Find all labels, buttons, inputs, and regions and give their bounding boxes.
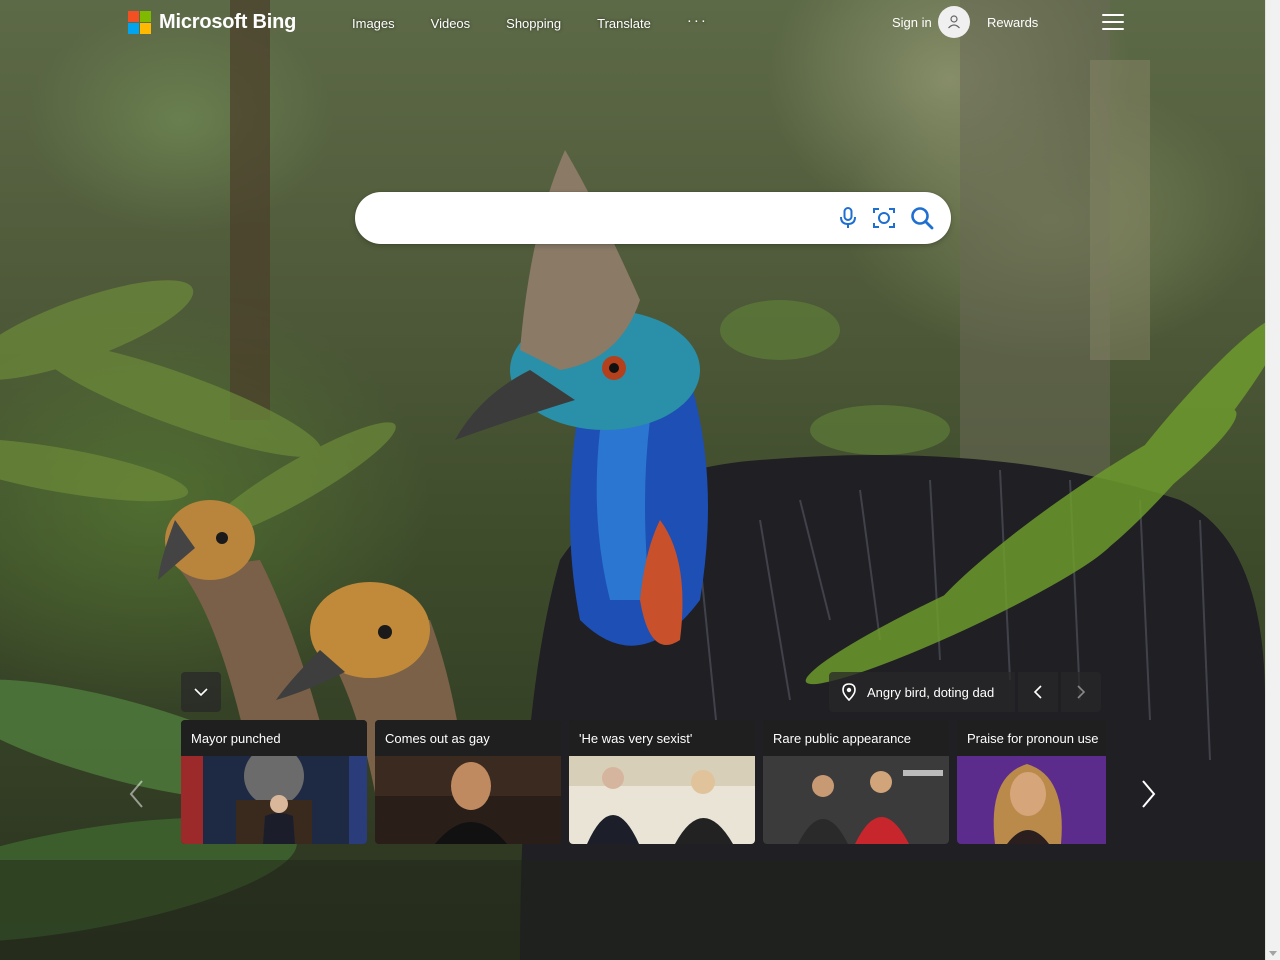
chevron-left-icon — [129, 780, 143, 808]
news-card[interactable]: Comes out as gay — [375, 720, 561, 844]
location-pin-icon — [842, 683, 856, 701]
top-nav: Images Videos Shopping Translate ··· — [352, 12, 744, 31]
menu-icon[interactable] — [1102, 14, 1124, 32]
nav-images[interactable]: Images — [352, 16, 395, 31]
sign-in-button[interactable]: Sign in — [892, 6, 970, 38]
top-header: Microsoft Bing Images Videos Shopping Tr… — [0, 0, 1265, 46]
next-image-button[interactable] — [1061, 672, 1101, 712]
news-card[interactable]: Mayor punched — [181, 720, 367, 844]
previous-image-button[interactable] — [1018, 672, 1058, 712]
news-card[interactable]: Rare public appearance — [763, 720, 949, 844]
chevron-down-icon — [194, 688, 208, 697]
news-card-title: Rare public appearance — [763, 720, 949, 756]
brand-name: Microsoft Bing — [159, 11, 297, 33]
news-card-title: Praise for pronoun use — [957, 720, 1106, 756]
search-icon[interactable] — [909, 205, 935, 231]
avatar[interactable] — [937, 6, 970, 38]
chevron-left-icon — [1033, 685, 1042, 699]
news-card-thumbnail — [181, 756, 367, 844]
visual-search-icon[interactable] — [871, 205, 897, 231]
search-input[interactable] — [379, 204, 829, 232]
bing-logo[interactable]: Microsoft Bing — [128, 11, 296, 34]
news-card-thumbnail — [957, 756, 1106, 844]
chevron-right-icon — [1142, 780, 1156, 808]
microsoft-logo-icon — [128, 11, 151, 34]
nav-more-button[interactable]: ··· — [687, 12, 708, 29]
nav-videos[interactable]: Videos — [431, 16, 471, 31]
chevron-right-icon — [1077, 685, 1086, 699]
news-carousel: Mayor punched Comes out as gay 'He was v… — [181, 720, 1106, 844]
news-card-title: Mayor punched — [181, 720, 367, 756]
rewards-link[interactable]: Rewards — [987, 15, 1038, 30]
scroll-down-icon[interactable] — [1269, 951, 1277, 956]
cards-next-button[interactable] — [1137, 776, 1161, 812]
image-info-label: Angry bird, doting dad — [867, 684, 995, 700]
microphone-icon[interactable] — [835, 205, 861, 231]
news-card-title: Comes out as gay — [375, 720, 561, 756]
news-card[interactable]: Praise for pronoun use — [957, 720, 1106, 844]
collapse-feed-button[interactable] — [181, 672, 221, 712]
nav-shopping[interactable]: Shopping — [506, 16, 561, 31]
news-card-thumbnail — [375, 756, 561, 844]
news-card-thumbnail — [569, 756, 755, 844]
sign-in-label: Sign in — [892, 14, 932, 30]
nav-translate[interactable]: Translate — [597, 16, 651, 31]
search-box — [355, 192, 951, 244]
person-icon — [947, 15, 960, 29]
news-card-title: 'He was very sexist' — [569, 720, 755, 756]
cards-previous-button[interactable] — [124, 776, 148, 812]
news-card[interactable]: 'He was very sexist' — [569, 720, 755, 844]
news-card-thumbnail — [763, 756, 949, 844]
image-info-button[interactable]: Angry bird, doting dad — [829, 672, 1015, 712]
page-scrollbar[interactable] — [1265, 0, 1280, 960]
